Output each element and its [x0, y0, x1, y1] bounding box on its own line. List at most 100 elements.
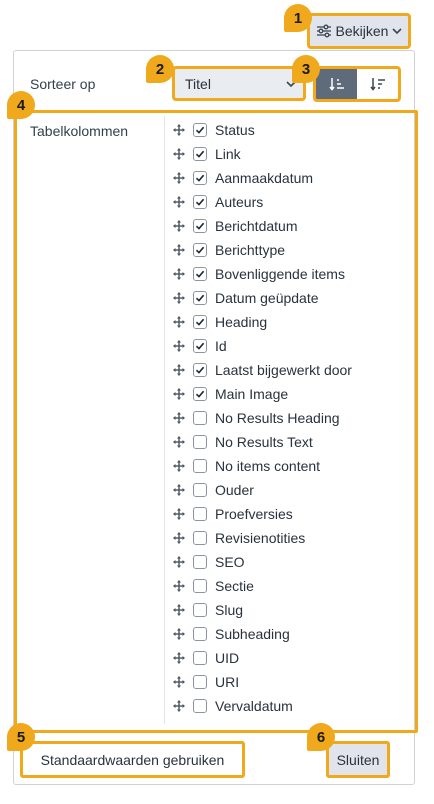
column-item[interactable]: Subheading — [172, 622, 402, 646]
column-label: SEO — [215, 554, 245, 570]
column-checkbox[interactable] — [193, 579, 207, 593]
divider — [164, 116, 165, 724]
column-item[interactable]: Heading — [172, 310, 402, 334]
drag-handle-icon[interactable] — [172, 195, 186, 209]
column-item[interactable]: No Results Text — [172, 430, 402, 454]
drag-handle-icon[interactable] — [172, 291, 186, 305]
column-checkbox[interactable] — [193, 219, 207, 233]
column-item[interactable]: Main Image — [172, 382, 402, 406]
column-checkbox[interactable] — [193, 603, 207, 617]
column-checkbox[interactable] — [193, 531, 207, 545]
close-button[interactable]: Sluiten — [326, 741, 390, 778]
column-item[interactable]: Sectie — [172, 574, 402, 598]
column-item[interactable]: Berichttype — [172, 238, 402, 262]
callout-badge: 2 — [146, 55, 174, 83]
use-defaults-button[interactable]: Standaardwaarden gebruiken — [20, 741, 245, 778]
column-checkbox[interactable] — [193, 315, 207, 329]
column-item[interactable]: Berichtdatum — [172, 214, 402, 238]
column-item[interactable]: No items content — [172, 454, 402, 478]
column-checkbox[interactable] — [193, 291, 207, 305]
column-label: URI — [215, 674, 240, 690]
drag-handle-icon[interactable] — [172, 315, 186, 329]
column-label: Bovenliggende items — [215, 266, 345, 282]
sort-ascending-button[interactable] — [316, 69, 357, 99]
drag-handle-icon[interactable] — [172, 459, 186, 473]
column-item[interactable]: Vervaldatum — [172, 694, 402, 718]
drag-handle-icon[interactable] — [172, 579, 186, 593]
column-label: UID — [215, 650, 240, 666]
column-checkbox[interactable] — [193, 363, 207, 377]
column-checkbox[interactable] — [193, 627, 207, 641]
column-label: Proefversies — [215, 506, 293, 522]
column-checkbox[interactable] — [193, 483, 207, 497]
view-button[interactable]: Bekijken — [307, 13, 411, 49]
column-checkbox[interactable] — [193, 243, 207, 257]
column-checkbox[interactable] — [193, 123, 207, 137]
sort-descending-button[interactable] — [357, 69, 398, 99]
column-item[interactable]: Aanmaakdatum — [172, 166, 402, 190]
column-item[interactable]: UID — [172, 646, 402, 670]
sort-field-select[interactable]: Titel — [172, 66, 306, 101]
column-item[interactable]: Auteurs — [172, 190, 402, 214]
column-checkbox[interactable] — [193, 435, 207, 449]
table-columns-label: Tabelkolommen — [30, 123, 129, 139]
drag-handle-icon[interactable] — [172, 147, 186, 161]
column-item[interactable]: Status — [172, 118, 402, 142]
drag-handle-icon[interactable] — [172, 243, 186, 257]
column-item[interactable]: Laatst bijgewerkt door — [172, 358, 402, 382]
column-item[interactable]: No Results Heading — [172, 406, 402, 430]
drag-handle-icon[interactable] — [172, 219, 186, 233]
column-item[interactable]: Id — [172, 334, 402, 358]
column-label: Berichtdatum — [215, 218, 298, 234]
drag-handle-icon[interactable] — [172, 435, 186, 449]
drag-handle-icon[interactable] — [172, 699, 186, 713]
column-checkbox[interactable] — [193, 267, 207, 281]
drag-handle-icon[interactable] — [172, 483, 186, 497]
callout-badge: 6 — [307, 723, 335, 751]
column-item[interactable]: SEO — [172, 550, 402, 574]
drag-handle-icon[interactable] — [172, 411, 186, 425]
column-checkbox[interactable] — [193, 507, 207, 521]
column-checkbox[interactable] — [193, 147, 207, 161]
column-item[interactable]: Ouder — [172, 478, 402, 502]
column-label: No Results Heading — [215, 410, 340, 426]
drag-handle-icon[interactable] — [172, 675, 186, 689]
drag-handle-icon[interactable] — [172, 627, 186, 641]
column-item[interactable]: Proefversies — [172, 502, 402, 526]
drag-handle-icon[interactable] — [172, 339, 186, 353]
column-label: Subheading — [215, 626, 290, 642]
column-label: Berichttype — [215, 242, 286, 258]
column-item[interactable]: Slug — [172, 598, 402, 622]
column-label: No Results Text — [215, 434, 313, 450]
column-label: Id — [215, 338, 227, 354]
column-checkbox[interactable] — [193, 699, 207, 713]
column-checkbox[interactable] — [193, 339, 207, 353]
column-checkbox[interactable] — [193, 675, 207, 689]
column-label: Heading — [215, 314, 268, 330]
column-checkbox[interactable] — [193, 651, 207, 665]
column-checkbox[interactable] — [193, 387, 207, 401]
drag-handle-icon[interactable] — [172, 363, 186, 377]
column-item[interactable]: URI — [172, 670, 402, 694]
column-label: Laatst bijgewerkt door — [215, 362, 352, 378]
drag-handle-icon[interactable] — [172, 171, 186, 185]
drag-handle-icon[interactable] — [172, 507, 186, 521]
column-item[interactable]: Link — [172, 142, 402, 166]
column-checkbox[interactable] — [193, 195, 207, 209]
drag-handle-icon[interactable] — [172, 651, 186, 665]
column-checkbox[interactable] — [193, 171, 207, 185]
drag-handle-icon[interactable] — [172, 123, 186, 137]
column-checkbox[interactable] — [193, 459, 207, 473]
drag-handle-icon[interactable] — [172, 603, 186, 617]
column-item[interactable]: Revisienotities — [172, 526, 402, 550]
column-label: Slug — [215, 602, 244, 618]
column-item[interactable]: Datum geüpdate — [172, 286, 402, 310]
drag-handle-icon[interactable] — [172, 531, 186, 545]
drag-handle-icon[interactable] — [172, 387, 186, 401]
column-checkbox[interactable] — [193, 555, 207, 569]
column-checkbox[interactable] — [193, 411, 207, 425]
sort-ascending-icon — [328, 78, 344, 91]
column-item[interactable]: Bovenliggende items — [172, 262, 402, 286]
drag-handle-icon[interactable] — [172, 555, 186, 569]
drag-handle-icon[interactable] — [172, 267, 186, 281]
